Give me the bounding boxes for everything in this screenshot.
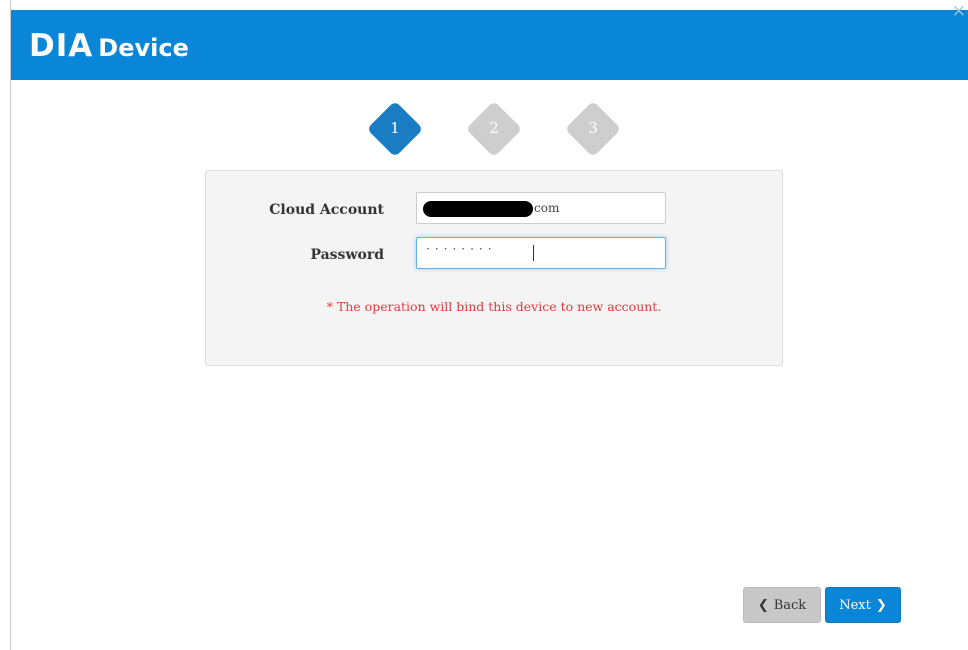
password-input[interactable]: ········ [416, 237, 666, 269]
chevron-right-icon: ❯ [875, 598, 887, 613]
step-indicator-1: 1 [366, 100, 424, 158]
step-number: 2 [489, 119, 499, 137]
step-indicator-3: 3 [564, 100, 622, 158]
account-value-suffix: com [534, 201, 560, 215]
cloud-account-label: Cloud Account [269, 202, 384, 218]
step-number: 1 [390, 119, 400, 137]
back-button-label: Back [773, 598, 807, 613]
cloud-account-input[interactable]: com [416, 192, 666, 224]
account-form-panel: Cloud Account com Password ········ * Th… [205, 170, 783, 366]
logo-secondary-text: Device [98, 34, 189, 62]
window-border [10, 0, 11, 650]
window-left-edge [0, 0, 10, 650]
next-button[interactable]: Next ❯ [825, 587, 901, 623]
step-number: 3 [588, 119, 598, 137]
close-icon[interactable]: × [952, 1, 966, 21]
next-button-label: Next [839, 598, 871, 613]
app-logo: DIA Device [29, 28, 189, 64]
app-header: DIA Device × [11, 1, 968, 80]
password-label: Password [310, 247, 384, 263]
bind-warning-text: * The operation will bind this device to… [326, 299, 662, 314]
logo-primary-text: DIA [29, 28, 94, 64]
back-button[interactable]: ❮ Back [743, 587, 821, 623]
step-indicator-2: 2 [465, 100, 523, 158]
password-mask: ········ [426, 242, 497, 256]
text-caret [533, 245, 534, 261]
chevron-left-icon: ❮ [757, 598, 769, 613]
redacted-email-block [423, 201, 533, 217]
